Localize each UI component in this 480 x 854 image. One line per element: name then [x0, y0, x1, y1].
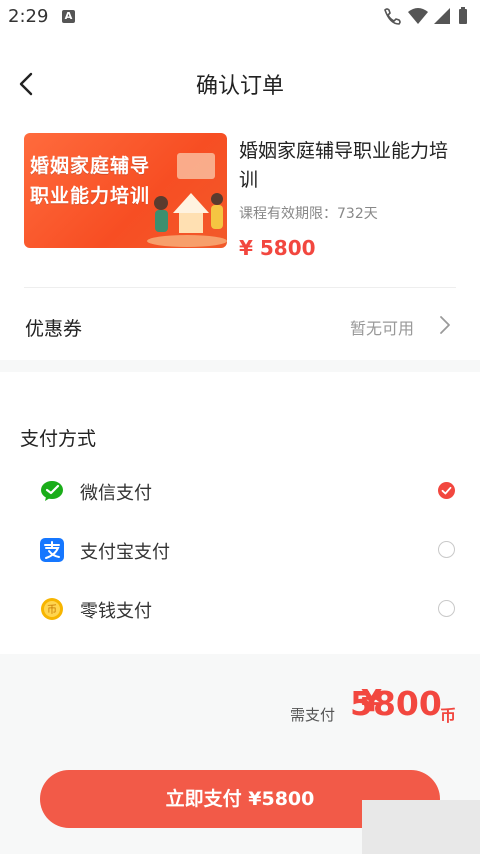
- total-amount: 5800: [350, 684, 442, 723]
- page-title: 确认订单: [195, 74, 284, 99]
- course-card: 婚姻家庭辅导 职业能力培训 婚姻家庭辅导职业能力培训 课程有效期限：732天 ¥…: [24, 133, 456, 273]
- payment-method-alipay[interactable]: 支付宝支付: [0, 522, 480, 578]
- wifi-call-icon: [384, 8, 401, 25]
- coupon-row[interactable]: 优惠券 暂无可用: [0, 292, 480, 358]
- payment-section: 支付方式 微信支付 支付宝支付 币 零钱支付: [0, 372, 480, 654]
- payment-method-label: 支付宝支付: [80, 542, 170, 563]
- radio-unchecked[interactable]: [438, 600, 455, 617]
- coin-icon: 币: [41, 598, 63, 620]
- payment-method-coin[interactable]: 币 零钱支付: [0, 581, 480, 637]
- coupon-value: 暂无可用: [349, 319, 414, 338]
- check-icon: [441, 486, 452, 495]
- overlay-box: [362, 800, 480, 854]
- course-title: 婚姻家庭辅导职业能力培训: [239, 140, 449, 191]
- radio-unchecked[interactable]: [438, 541, 455, 558]
- course-validity: 课程有效期限：732天: [239, 206, 378, 222]
- thumbnail-caption: 婚姻家庭辅导 职业能力培训: [30, 151, 150, 211]
- course-price: ¥ 5800: [239, 236, 316, 260]
- notification-icon: A: [62, 10, 75, 23]
- alipay-icon: [40, 538, 64, 562]
- signal-icon: [434, 8, 450, 24]
- divider: [24, 287, 456, 288]
- payment-method-wechat[interactable]: 微信支付: [0, 463, 480, 519]
- total-label: 需支付: [289, 706, 335, 724]
- wechat-pay-icon: [41, 481, 63, 501]
- radio-checked[interactable]: [438, 482, 455, 499]
- coupon-label: 优惠券: [25, 318, 83, 340]
- svg-text:币: 币: [47, 604, 57, 616]
- wifi-icon: [408, 8, 428, 24]
- thumbnail-line-1: 婚姻家庭辅导: [30, 155, 151, 177]
- status-time: 2:29: [8, 6, 49, 27]
- chevron-right-icon: [440, 316, 450, 334]
- family-illustration-icon: [147, 153, 227, 247]
- status-icons: [384, 7, 467, 25]
- thumbnail-line-2: 职业能力培训: [30, 185, 151, 207]
- status-bar: 2:29 A: [0, 0, 480, 34]
- course-thumbnail[interactable]: 婚姻家庭辅导 职业能力培训: [24, 133, 227, 248]
- nav-bar: 确认订单: [0, 56, 480, 112]
- checkout-bar: 需支付 ¥ 5800 币 立即支付 ¥5800: [0, 654, 480, 854]
- battery-icon: [459, 7, 467, 24]
- total-unit: 币: [439, 706, 456, 725]
- payment-title: 支付方式: [20, 428, 97, 450]
- section-gap: [0, 360, 480, 372]
- payment-method-label: 零钱支付: [80, 601, 152, 622]
- payment-method-label: 微信支付: [80, 483, 152, 504]
